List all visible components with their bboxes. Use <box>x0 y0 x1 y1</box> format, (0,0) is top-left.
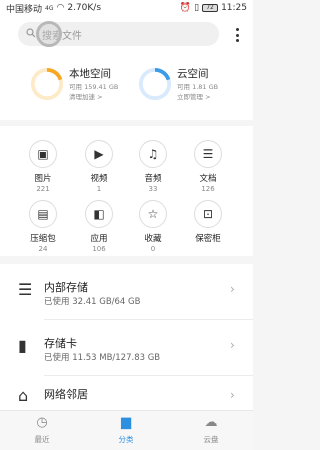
nav-label: 最近 <box>34 435 50 444</box>
category-count: 24 <box>38 245 48 253</box>
category-count: 33 <box>148 185 158 193</box>
local-storage-title: 本地空间 <box>69 68 111 80</box>
nav-cloud[interactable]: ☁ 云盘 <box>181 415 241 445</box>
category-label: 应用 <box>90 234 108 244</box>
category-label: 图片 <box>34 174 52 184</box>
category-count: 1 <box>96 185 102 193</box>
category-grid: ▣ 图片 221 ▶ 视频 1 ♫ 音频 33 ☰ 文档 126 ▤ 压缩包 2… <box>0 126 253 256</box>
archive-icon: ▤ <box>29 200 57 228</box>
category-favorites[interactable]: ☆ 收藏 0 <box>128 200 178 253</box>
cloud-storage-ring-icon <box>138 67 172 100</box>
search-icon <box>26 27 36 41</box>
network-icon: ⌂ <box>18 386 29 405</box>
clock-icon: ◷ <box>36 415 48 430</box>
category-images[interactable]: ▣ 图片 221 <box>18 140 68 193</box>
category-videos[interactable]: ▶ 视频 1 <box>74 140 124 193</box>
cloud-storage-card[interactable]: 云空间 可用 1.81 GB 立即管理 > <box>138 66 218 101</box>
location-title: 网络邻居 <box>44 388 88 401</box>
category-label: 保密柜 <box>195 234 221 244</box>
header-panel: 搜索文件 本地空间 可用 159.41 GB 清理加速 > 云空间 可用 1.8… <box>0 16 253 120</box>
location-detail: 已使用 32.41 GB/64 GB <box>44 297 141 307</box>
category-apps[interactable]: ◧ 应用 106 <box>74 200 124 253</box>
category-count: 126 <box>201 185 215 193</box>
category-safe[interactable]: ⊡ 保密柜 <box>183 200 233 245</box>
network-speed: 2.70K/s <box>67 3 102 13</box>
safe-icon: ⊡ <box>194 200 222 228</box>
category-count: 221 <box>36 185 50 193</box>
clock-time: 11:25 <box>221 3 247 13</box>
video-icon: ▶ <box>85 140 113 168</box>
nav-label: 分类 <box>118 435 134 444</box>
app-icon: ◧ <box>85 200 113 228</box>
category-archives[interactable]: ▤ 压缩包 24 <box>18 200 68 253</box>
document-icon: ☰ <box>194 140 222 168</box>
location-detail: 已使用 11.53 MB/127.83 GB <box>44 353 161 363</box>
sd-card-icon: ▮ <box>18 336 27 355</box>
image-icon: ▣ <box>29 140 57 168</box>
nav-label: 云盘 <box>203 435 219 444</box>
bottom-navigation: ◷ 最近 ▆ 分类 ☁ 云盘 <box>0 410 253 450</box>
internal-storage-item[interactable]: ☰ 内部存储 已使用 32.41 GB/64 GB › <box>0 266 253 318</box>
local-storage-card[interactable]: 本地空间 可用 159.41 GB 清理加速 > <box>30 66 118 101</box>
nav-recent[interactable]: ◷ 最近 <box>12 415 72 445</box>
status-bar: 中国移动 4G ◠ 2.70K/s ⏰ ▯ 72 11:25 <box>0 0 253 16</box>
category-label: 收藏 <box>144 234 162 244</box>
manage-now-link[interactable]: 立即管理 > <box>177 93 218 101</box>
audio-icon: ♫ <box>139 140 167 168</box>
local-storage-available: 可用 159.41 GB <box>69 83 119 91</box>
location-title: 内部存储 <box>44 281 88 294</box>
chevron-right-icon: › <box>230 338 235 352</box>
favorite-icon: ☆ <box>139 200 167 228</box>
nav-categories[interactable]: ▆ 分类 <box>96 415 156 445</box>
chevron-right-icon: › <box>230 388 235 402</box>
battery-indicator: 72 <box>202 4 219 12</box>
category-label: 压缩包 <box>30 234 56 244</box>
category-label: 文档 <box>199 174 217 184</box>
category-label: 视频 <box>90 174 108 184</box>
cloud-icon: ☁ <box>204 415 218 430</box>
wifi-icon: ◠ <box>56 3 65 13</box>
vibrate-icon: ▯ <box>194 3 200 13</box>
network-badge: 4G <box>45 4 54 12</box>
folder-icon: ▆ <box>121 415 131 430</box>
category-label: 音频 <box>144 174 162 184</box>
divider <box>44 319 253 320</box>
storage-locations-list: ☰ 内部存储 已使用 32.41 GB/64 GB › ▮ 存储卡 已使用 11… <box>0 264 253 410</box>
carrier-label: 中国移动 <box>6 4 43 15</box>
category-audio[interactable]: ♫ 音频 33 <box>128 140 178 193</box>
cloud-storage-title: 云空间 <box>177 68 209 80</box>
location-title: 存储卡 <box>44 337 77 350</box>
sd-card-item[interactable]: ▮ 存储卡 已使用 11.53 MB/127.83 GB › <box>0 322 253 374</box>
local-storage-ring-icon <box>30 67 64 100</box>
cloud-storage-available: 可用 1.81 GB <box>177 83 219 91</box>
more-options-icon[interactable] <box>230 26 244 44</box>
category-count: 0 <box>150 245 156 253</box>
alarm-icon: ⏰ <box>179 3 192 13</box>
category-count: 106 <box>92 245 106 253</box>
storage-icon: ☰ <box>18 280 33 299</box>
touch-indicator <box>36 21 62 47</box>
clean-accelerate-link[interactable]: 清理加速 > <box>69 93 118 101</box>
category-documents[interactable]: ☰ 文档 126 <box>183 140 233 193</box>
chevron-right-icon: › <box>230 282 235 296</box>
